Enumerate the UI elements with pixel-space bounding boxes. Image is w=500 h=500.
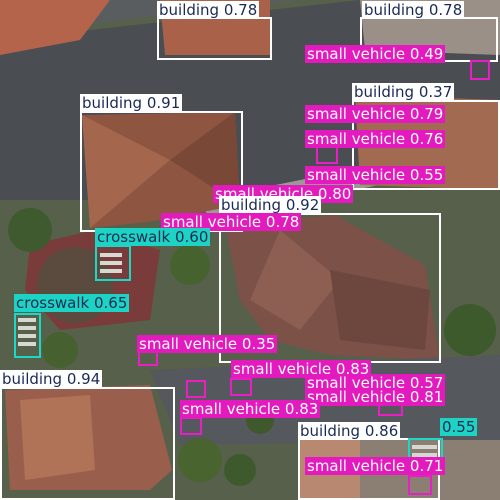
building-box xyxy=(157,17,272,60)
detection-label: small vehicle 0.55 xyxy=(305,166,446,184)
detection-label: building 0.37 xyxy=(352,83,455,101)
detection-label: small vehicle 0.83 xyxy=(180,400,321,418)
detection-label: small vehicle 0.79 xyxy=(305,105,446,123)
building-box xyxy=(0,387,175,500)
crosswalk-box xyxy=(95,245,131,281)
detection-label: building 0.94 xyxy=(0,370,103,388)
small-vehicle-box xyxy=(230,378,252,396)
small-vehicle-box xyxy=(186,380,206,398)
small-vehicle-box xyxy=(470,60,490,80)
detection-label: building 0.91 xyxy=(80,94,183,112)
detection-label: crosswalk 0.60 xyxy=(95,228,211,246)
detection-label: building 0.78 xyxy=(157,1,260,19)
detection-label: small vehicle 0.49 xyxy=(305,45,446,63)
small-vehicle-box xyxy=(180,417,202,435)
small-vehicle-box xyxy=(408,475,432,495)
detection-label: 0.55 xyxy=(440,418,478,436)
detection-label: small vehicle 0.71 xyxy=(305,457,446,475)
detection-label: building 0.78 xyxy=(362,1,465,19)
detection-label: crosswalk 0.65 xyxy=(14,294,130,312)
detection-label: small vehicle 0.35 xyxy=(137,335,278,353)
aerial-detection-view: building 0.78 building 0.78 small vehicl… xyxy=(0,0,500,500)
detection-label: building 0.86 xyxy=(298,422,401,440)
small-vehicle-box xyxy=(316,146,338,164)
detection-label: small vehicle 0.76 xyxy=(305,130,446,148)
detection-label: small vehicle 0.81 xyxy=(305,388,446,406)
detection-label: building 0.92 xyxy=(219,196,322,214)
crosswalk-box xyxy=(14,313,41,358)
